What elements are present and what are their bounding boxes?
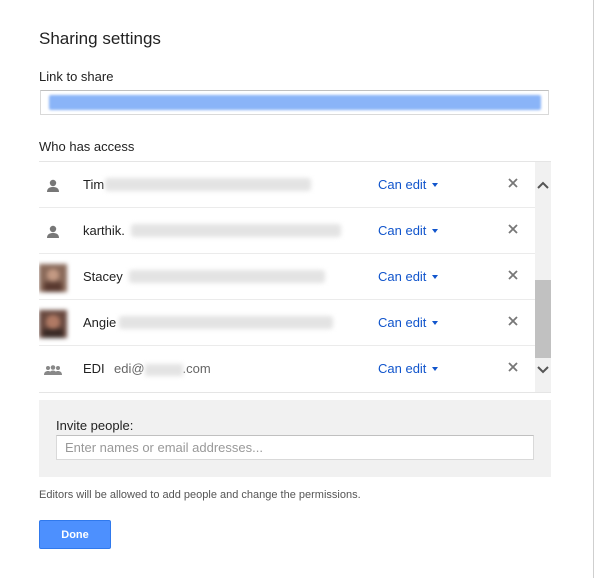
access-name: EDI (83, 361, 105, 376)
profile-photo (39, 264, 67, 292)
access-row: Tim Can edit (39, 162, 536, 208)
redacted-email (105, 178, 311, 191)
permission-dropdown[interactable]: Can edit (378, 361, 439, 376)
email-prefix: edi@ (114, 361, 145, 376)
permission-label: Can edit (378, 315, 427, 330)
person-icon (39, 172, 67, 200)
redacted-email (144, 363, 183, 376)
permission-dropdown[interactable]: Can edit (378, 177, 439, 192)
invite-input[interactable] (56, 435, 534, 460)
permission-label: Can edit (378, 361, 427, 376)
permissions-note: Editors will be allowed to add people an… (39, 489, 361, 501)
redacted-email (119, 316, 333, 329)
permission-dropdown[interactable]: Can edit (378, 315, 439, 330)
access-list: Tim Can edit karthik. Can edit Stacey Ca… (39, 161, 551, 393)
share-link-field[interactable] (40, 90, 549, 115)
access-row: Stacey Can edit (39, 254, 536, 300)
access-name: Stacey (83, 269, 123, 284)
profile-photo (39, 310, 67, 338)
scroll-thumb[interactable] (535, 280, 551, 358)
permission-label: Can edit (378, 269, 427, 284)
caret-down-icon (432, 320, 439, 325)
access-row: EDI edi@ .com Can edit (39, 346, 536, 392)
invite-label: Invite people: (56, 418, 134, 433)
dialog-title: Sharing settings (39, 29, 161, 48)
access-row: karthik. Can edit (39, 208, 536, 254)
sharing-dialog: Sharing settings Link to share Who has a… (0, 0, 594, 578)
permission-label: Can edit (378, 177, 427, 192)
remove-icon[interactable] (505, 359, 521, 375)
redacted-email (129, 270, 325, 283)
permission-label: Can edit (378, 223, 427, 238)
email-suffix: .com (182, 361, 211, 376)
caret-down-icon (432, 228, 439, 233)
remove-icon[interactable] (505, 221, 521, 237)
share-link-selection (49, 95, 541, 110)
access-email: edi@ .com (114, 361, 211, 376)
remove-icon[interactable] (505, 175, 521, 191)
permission-dropdown[interactable]: Can edit (378, 269, 439, 284)
caret-down-icon (432, 366, 439, 371)
caret-down-icon (432, 274, 439, 279)
access-name: Tim (83, 177, 105, 192)
group-icon (39, 356, 67, 384)
remove-icon[interactable] (505, 267, 521, 283)
access-row: Angie Can edit (39, 300, 536, 346)
scroll-up-icon[interactable] (536, 178, 550, 192)
person-icon (39, 218, 67, 246)
who-has-access-label: Who has access (39, 139, 135, 154)
access-name: karthik. (83, 223, 125, 238)
caret-down-icon (432, 182, 439, 187)
link-to-share-label: Link to share (39, 69, 114, 84)
access-name: Angie (83, 315, 117, 330)
scroll-down-icon[interactable] (536, 363, 550, 377)
done-button[interactable]: Done (39, 520, 111, 549)
permission-dropdown[interactable]: Can edit (378, 223, 439, 238)
invite-panel: Invite people: (39, 400, 551, 477)
redacted-email (131, 224, 341, 237)
remove-icon[interactable] (505, 313, 521, 329)
access-list-scrollbar[interactable] (535, 162, 551, 392)
